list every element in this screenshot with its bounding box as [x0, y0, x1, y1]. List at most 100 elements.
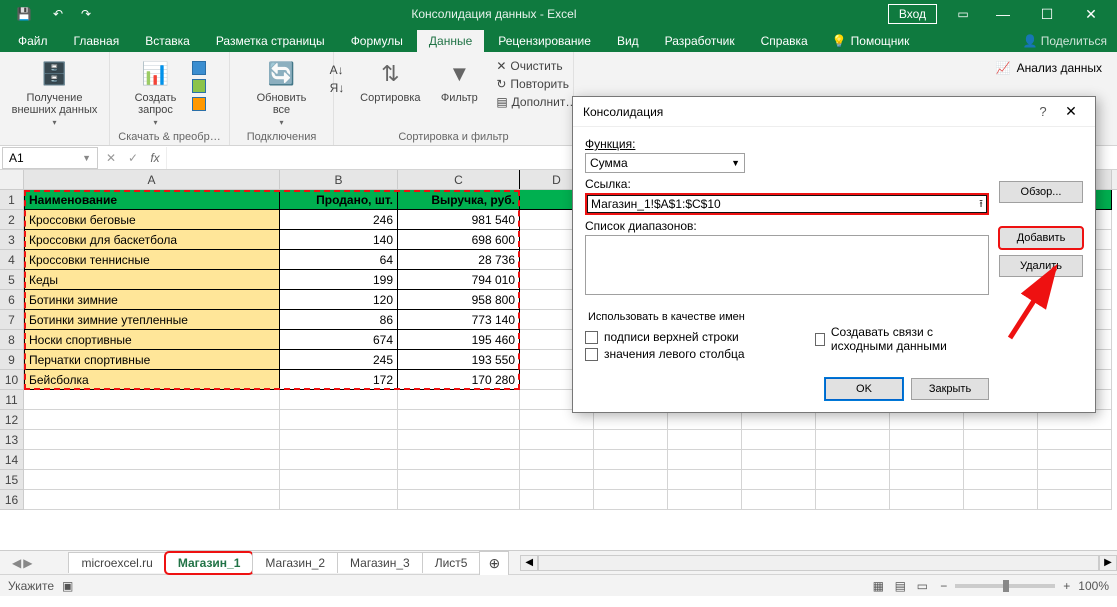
tab-scroll-left-icon[interactable]: ◀ — [12, 556, 21, 570]
tab-help[interactable]: Справка — [749, 30, 820, 52]
cell[interactable]: Наименование — [24, 190, 280, 210]
row-header[interactable]: 6 — [0, 290, 24, 310]
cell[interactable]: 246 — [280, 210, 398, 230]
row-header[interactable]: 13 — [0, 430, 24, 450]
close-button[interactable]: ✕ — [1069, 0, 1113, 28]
sort-button[interactable]: ⇅ Сортировка — [356, 56, 424, 106]
cell[interactable]: 64 — [280, 250, 398, 270]
cell[interactable]: 195 460 — [398, 330, 520, 350]
row-header[interactable]: 5 — [0, 270, 24, 290]
cell[interactable] — [742, 450, 816, 470]
save-icon[interactable]: 💾 — [4, 7, 44, 21]
sheet-tab[interactable]: Магазин_3 — [337, 552, 423, 573]
cell[interactable] — [742, 490, 816, 510]
cell[interactable]: Кеды — [24, 270, 280, 290]
cell[interactable] — [1038, 490, 1112, 510]
from-table-icon[interactable] — [190, 78, 208, 94]
row-header[interactable]: 2 — [0, 210, 24, 230]
sheet-tab[interactable]: microexcel.ru — [68, 552, 165, 573]
new-query-button[interactable]: 📊 Создать запрос ▾ — [132, 56, 180, 129]
function-select[interactable]: Сумма ▼ — [585, 153, 745, 173]
page-layout-view-icon[interactable]: ▤ — [890, 578, 910, 594]
tab-formulas[interactable]: Формулы — [339, 30, 415, 52]
cell[interactable] — [594, 410, 668, 430]
cell[interactable]: 794 010 — [398, 270, 520, 290]
cell[interactable] — [520, 470, 594, 490]
tab-developer[interactable]: Разработчик — [653, 30, 747, 52]
zoom-in-icon[interactable]: + — [1063, 579, 1070, 593]
cell[interactable] — [816, 410, 890, 430]
page-break-view-icon[interactable]: ▭ — [912, 578, 932, 594]
row-header[interactable]: 4 — [0, 250, 24, 270]
create-links-checkbox[interactable]: Создавать связи с исходными данными — [815, 325, 989, 353]
cell[interactable]: 28 736 — [398, 250, 520, 270]
cell[interactable]: 140 — [280, 230, 398, 250]
cell[interactable] — [520, 430, 594, 450]
assistant-button[interactable]: 💡Помощник — [822, 30, 920, 52]
close-dialog-button[interactable]: Закрыть — [911, 378, 989, 400]
row-header[interactable]: 16 — [0, 490, 24, 510]
new-sheet-button[interactable]: ⊕ — [479, 551, 509, 575]
reference-input[interactable]: Магазин_1!$A$1:$C$10 ⭱ — [585, 193, 989, 215]
cell[interactable]: 170 280 — [398, 370, 520, 390]
hscroll-left-icon[interactable]: ◀ — [520, 555, 538, 571]
row-header[interactable]: 10 — [0, 370, 24, 390]
row-header[interactable]: 9 — [0, 350, 24, 370]
cell[interactable] — [1038, 410, 1112, 430]
dialog-close-icon[interactable]: ✕ — [1057, 103, 1085, 120]
hscroll-right-icon[interactable]: ▶ — [1099, 555, 1117, 571]
cell[interactable]: Кроссовки для баскетбола — [24, 230, 280, 250]
name-box[interactable]: A1 ▼ — [2, 147, 98, 169]
cell[interactable]: Выручка, руб. — [398, 190, 520, 210]
cell[interactable] — [742, 410, 816, 430]
cell[interactable] — [398, 430, 520, 450]
help-icon[interactable]: ? — [1029, 104, 1057, 119]
cell[interactable] — [398, 470, 520, 490]
sort-desc-button[interactable]: Я↓ — [328, 80, 347, 96]
cell[interactable]: 981 540 — [398, 210, 520, 230]
cell[interactable] — [1038, 450, 1112, 470]
cell[interactable]: 958 800 — [398, 290, 520, 310]
sort-asc-button[interactable]: A↓ — [328, 62, 347, 78]
enter-formula-icon[interactable]: ✓ — [122, 151, 144, 165]
col-header[interactable]: A — [24, 170, 280, 189]
hscroll-track[interactable] — [538, 555, 1099, 571]
cell[interactable] — [24, 450, 280, 470]
row-header[interactable]: 3 — [0, 230, 24, 250]
delete-button[interactable]: Удалить — [999, 255, 1083, 277]
cell[interactable] — [520, 410, 594, 430]
cell[interactable] — [890, 410, 964, 430]
cell[interactable] — [398, 450, 520, 470]
login-button[interactable]: Вход — [888, 4, 937, 24]
col-header[interactable]: B — [280, 170, 398, 189]
ribbon-options-icon[interactable]: ▭ — [945, 7, 981, 21]
cell[interactable] — [24, 390, 280, 410]
sheet-tab[interactable]: Магазин_2 — [252, 552, 338, 573]
zoom-out-icon[interactable]: − — [940, 579, 947, 593]
cell[interactable] — [668, 430, 742, 450]
row-header[interactable]: 1 — [0, 190, 24, 210]
cell[interactable]: 193 550 — [398, 350, 520, 370]
cell[interactable] — [890, 470, 964, 490]
ok-button[interactable]: OK — [825, 378, 903, 400]
cell[interactable]: 199 — [280, 270, 398, 290]
recent-icon[interactable] — [190, 96, 208, 112]
cell[interactable] — [520, 450, 594, 470]
cell[interactable] — [398, 490, 520, 510]
clear-filter-button[interactable]: ✕ Очистить — [494, 58, 579, 74]
cell[interactable] — [280, 390, 398, 410]
tab-layout[interactable]: Разметка страницы — [204, 30, 337, 52]
cell[interactable] — [668, 410, 742, 430]
macro-record-icon[interactable]: ▣ — [62, 579, 73, 593]
cell[interactable] — [398, 410, 520, 430]
cell[interactable] — [742, 470, 816, 490]
cell[interactable] — [816, 430, 890, 450]
cell[interactable]: 674 — [280, 330, 398, 350]
show-queries-icon[interactable] — [190, 60, 208, 76]
cell[interactable] — [668, 470, 742, 490]
dialog-titlebar[interactable]: Консолидация ? ✕ — [573, 97, 1095, 127]
col-header[interactable]: C — [398, 170, 520, 189]
cell[interactable]: 773 140 — [398, 310, 520, 330]
cell[interactable] — [280, 410, 398, 430]
add-button[interactable]: Добавить — [999, 227, 1083, 249]
